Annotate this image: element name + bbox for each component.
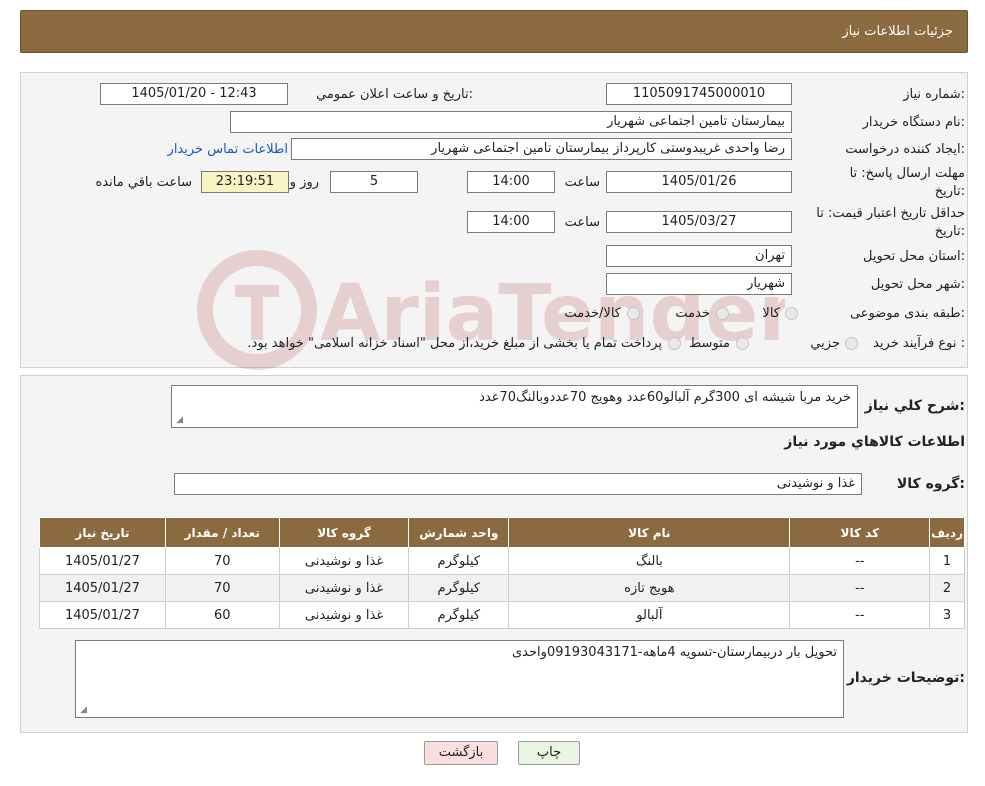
deadline-label: مهلت ارسال پاسخ: تا [849,166,965,181]
validity-date-field: 1405/03/27 [606,211,792,233]
buyer-org-field: بیمارستان تامین اجتماعی شهریار [230,111,792,133]
deadline-time-label: ساعت [564,175,600,190]
validity-time-field: 14:00 [467,211,555,233]
cell-row: 1 [929,547,965,575]
category-goods-label: کالا [762,306,780,321]
col-unit-header: واحد شمارش [408,517,510,548]
process-medium-radio[interactable] [736,337,749,350]
buyer-notes-textarea[interactable]: تحویل بار دربیمارستان-تسویه 4ماهه-091930… [75,640,844,718]
table-row: 3 -- آلبالو کیلوگرم غذا و نوشیدنی 60 140… [39,601,965,629]
cell-row: 2 [929,574,965,602]
category-service-radio[interactable] [716,307,729,320]
province-field: تهران [606,245,792,267]
deadline-time-field: 14:00 [467,171,555,193]
remaining-time-field: 23:19:51 [201,171,289,193]
buyer-notes-label: توضيحات خريدار: [846,670,965,686]
cell-group: غذا و نوشیدنی [278,574,410,602]
cell-group: غذا و نوشیدنی [278,547,410,575]
resize-grip-icon[interactable]: ◢ [174,416,183,425]
col-qty-header: تعداد / مقدار [164,517,280,548]
need-number-field: 1105091745000010 [606,83,792,105]
category-service-label: خدمت [675,306,710,321]
category-label: طبقه بندی موضوعی: [849,306,965,321]
goods-group-label: گروه کالا: [896,476,965,492]
cell-unit: کیلوگرم [408,547,510,575]
validity-label-2: تاريخ: [934,224,965,239]
description-text: خرید مربا شیشه ای 300گرم آلبالو60عدد وهو… [479,390,851,405]
cell-code: -- [789,574,931,602]
col-code-header: کد کالا [789,517,931,548]
cell-name: آلبالو [508,601,791,629]
table-header-row: رديف کد کالا نام کالا واحد شمارش گروه کا… [39,517,965,548]
days-label: روز و [289,175,319,190]
cell-group: غذا و نوشیدنی [278,601,410,629]
col-date-header: تاريخ نياز [39,517,166,548]
process-label: نوع فرآيند خريد : [873,336,965,351]
goods-section-title: اطلاعات کالاهاي مورد نياز [784,434,965,450]
page-header: جزئیات اطلاعات نیاز [20,10,968,53]
col-group-header: گروه کالا [278,517,410,548]
table-row: 2 -- هویج تازه کیلوگرم غذا و نوشیدنی 70 … [39,574,965,602]
back-button[interactable]: بازگشت [424,741,498,765]
goods-group-field: غذا و نوشیدنی [174,473,862,495]
validity-label: حداقل تاريخ اعتبار قيمت: تا [816,206,965,221]
cell-unit: کیلوگرم [408,601,510,629]
category-goods-radio[interactable] [785,307,798,320]
creator-label: ايجاد کننده درخواست: [845,142,965,157]
process-treasury-radio[interactable] [668,337,681,350]
deadline-date-field: 1405/01/26 [606,171,792,193]
need-number-label: شماره نیاز: [903,87,965,102]
cell-qty: 70 [164,574,280,602]
deadline-label-2: تاريخ: [934,184,965,199]
category-goods-service-radio[interactable] [627,307,640,320]
col-name-header: نام کالا [508,517,791,548]
category-goods-service-label: کالا/خدمت [564,306,621,321]
page-title: جزئیات اطلاعات نیاز [842,24,953,39]
process-treasury-note: پرداخت تمام یا بخشی از مبلغ خرید،از محل … [247,336,662,351]
province-label: استان محل تحويل: [863,249,965,264]
cell-name: بالنگ [508,547,791,575]
cell-name: هویج تازه [508,574,791,602]
cell-date: 1405/01/27 [39,574,166,602]
cell-code: -- [789,601,931,629]
col-row-header: رديف [929,517,965,548]
cell-qty: 70 [164,547,280,575]
description-label: شرح کلي نياز: [864,398,965,414]
process-minor-radio[interactable] [845,337,858,350]
cell-qty: 60 [164,601,280,629]
announce-label: تاریخ و ساعت اعلان عمومي: [316,87,473,102]
print-button[interactable]: چاپ [518,741,580,765]
city-label: شهر محل تحويل: [870,277,965,292]
announce-datetime-field: 1405/01/20 - 12:43 [100,83,288,105]
buyer-contact-link[interactable]: اطلاعات تماس خریدار [168,142,288,157]
cell-row: 3 [929,601,965,629]
items-table: رديف کد کالا نام کالا واحد شمارش گروه کا… [39,517,965,629]
table-row: 1 -- بالنگ کیلوگرم غذا و نوشیدنی 70 1405… [39,547,965,575]
days-remaining-field: 5 [330,171,418,193]
remaining-time-label: ساعت باقي مانده [95,175,192,190]
buyer-notes-text: تحویل بار دربیمارستان-تسویه 4ماهه-091930… [512,645,837,660]
validity-time-label: ساعت [564,215,600,230]
creator-field: رضا واحدی غریبدوستی کارپرداز بیمارستان ت… [291,138,792,160]
cell-date: 1405/01/27 [39,601,166,629]
buyer-org-label: نام دستگاه خريدار: [862,115,965,130]
cell-code: -- [789,547,931,575]
description-textarea[interactable]: خرید مربا شیشه ای 300گرم آلبالو60عدد وهو… [171,385,858,428]
cell-unit: کیلوگرم [408,574,510,602]
cell-date: 1405/01/27 [39,547,166,575]
process-medium-label: متوسط [689,336,730,351]
process-minor-label: جزیي [810,336,840,351]
resize-grip-icon[interactable]: ◢ [78,706,87,715]
city-field: شهریار [606,273,792,295]
